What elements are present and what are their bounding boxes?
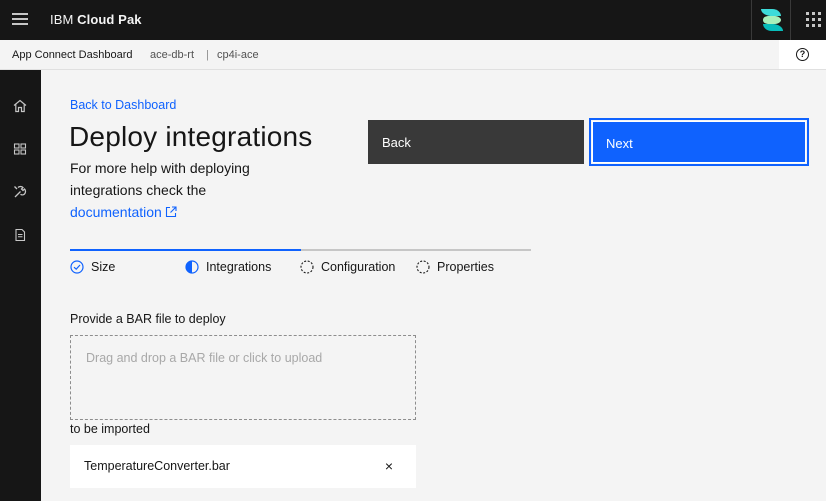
back-button[interactable]: Back	[368, 120, 584, 164]
page-title: Deploy integrations	[69, 121, 313, 152]
breadcrumb-separator: |	[206, 49, 209, 61]
bar-file-dropzone[interactable]: Drag and drop a BAR file or click to upl…	[70, 335, 416, 420]
side-navigation	[0, 70, 41, 501]
step-label: Integrations	[206, 260, 272, 274]
app-switcher-icon[interactable]	[806, 12, 822, 28]
document-icon[interactable]	[12, 227, 28, 243]
imported-label: to be imported	[70, 422, 150, 436]
documentation-link[interactable]: documentation	[70, 204, 177, 220]
dashboard-icon[interactable]	[12, 141, 28, 157]
top-header: IBM Cloud Pak	[0, 0, 826, 40]
step-current-icon	[185, 260, 199, 274]
help-text: For more help with deploying integration…	[70, 157, 310, 223]
product-name: IBM Cloud Pak	[50, 12, 142, 27]
cloud-pak-logo-icon	[751, 0, 791, 40]
step-incomplete-icon	[416, 260, 430, 274]
upload-label: Provide a BAR file to deploy	[70, 312, 226, 326]
home-icon[interactable]	[12, 98, 28, 114]
step-label: Size	[91, 260, 116, 274]
help-text-body: For more help with deploying integration…	[70, 160, 250, 198]
dropzone-text: Drag and drop a BAR file or click to upl…	[86, 351, 323, 365]
brand-prefix: IBM	[50, 12, 74, 27]
step-incomplete-icon	[300, 260, 314, 274]
brand-product: Cloud Pak	[77, 12, 142, 27]
file-name: TemperatureConverter.bar	[84, 459, 230, 473]
help-button[interactable]: ?	[779, 40, 826, 69]
step-label: Properties	[437, 260, 494, 274]
documentation-link-label: documentation	[70, 204, 162, 220]
tools-icon[interactable]	[12, 184, 28, 200]
breadcrumb-instance: ace-db-rt	[150, 49, 195, 61]
step-complete-icon	[70, 260, 84, 274]
next-button[interactable]: Next	[589, 118, 809, 166]
step-label: Configuration	[321, 260, 396, 274]
breadcrumb: App Connect Dashboard ace-db-rt | cp4i-a…	[0, 40, 826, 70]
close-icon[interactable]: ×	[380, 457, 398, 475]
external-link-icon	[165, 206, 177, 218]
back-to-dashboard-link[interactable]: Back to Dashboard	[70, 98, 176, 112]
uploaded-file-item: TemperatureConverter.bar ×	[70, 445, 416, 488]
help-icon: ?	[796, 48, 809, 61]
breadcrumb-namespace: cp4i-ace	[217, 49, 259, 61]
hamburger-menu-icon[interactable]	[12, 13, 28, 27]
breadcrumb-app[interactable]: App Connect Dashboard	[12, 49, 132, 61]
progress-fill	[70, 249, 301, 251]
